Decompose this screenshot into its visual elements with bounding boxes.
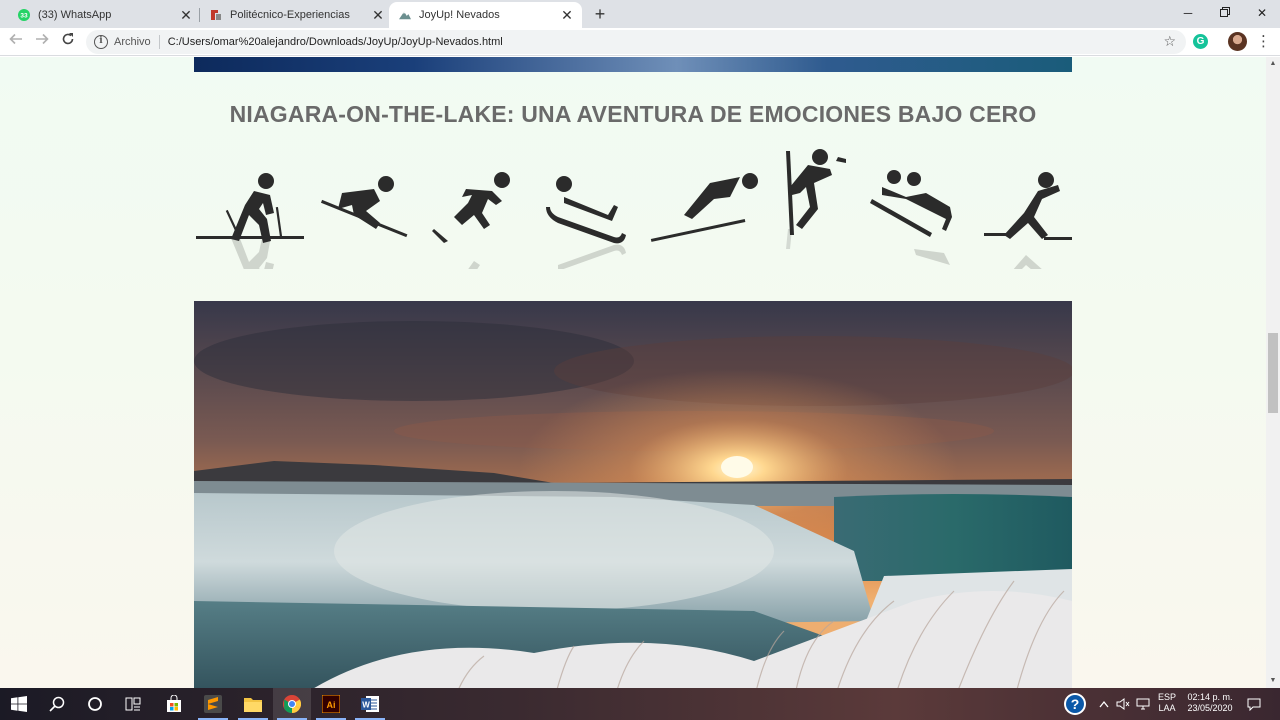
page-viewport: NIAGARA-ON-THE-LAKE: UNA AVENTURA DE EMO… — [0, 57, 1266, 688]
browser-toolbar: i Archivo C:/Users/omar%20alejandro/Down… — [0, 28, 1280, 56]
keyboard-layout: LAA — [1158, 703, 1176, 713]
menu-kebab-icon[interactable]: ⋮ — [1256, 32, 1271, 52]
winter-sports-icon-row — [194, 149, 1074, 269]
niagara-falls-image — [194, 301, 1072, 688]
bobsleigh-icon — [870, 170, 952, 265]
word-button[interactable]: W — [351, 688, 389, 720]
alpine-skiing-icon — [320, 176, 408, 238]
profile-avatar[interactable] — [1228, 32, 1247, 51]
politecnico-icon — [210, 9, 222, 21]
clock-date: 23/05/2020 — [1187, 703, 1233, 713]
tab-whatsapp[interactable]: 33 (33) WhatsApp ✕ — [8, 2, 201, 28]
page-scrollbar[interactable]: ▲ ▼ — [1266, 57, 1280, 688]
clock-time: 02:14 p. m. — [1187, 692, 1233, 702]
speed-skating-icon — [432, 172, 510, 269]
back-arrow-icon — [9, 33, 22, 45]
volume-button[interactable] — [1114, 688, 1132, 720]
niagara-falls-photo — [194, 301, 1072, 688]
svg-text:?: ? — [1071, 696, 1080, 712]
notifications-button[interactable] — [1242, 688, 1266, 720]
word-icon: W — [361, 696, 379, 712]
back-button[interactable] — [6, 32, 26, 52]
volume-muted-icon — [1116, 698, 1130, 710]
restore-icon — [1220, 7, 1230, 17]
forward-button[interactable] — [32, 32, 52, 52]
restore-button[interactable] — [1207, 0, 1243, 28]
search-button[interactable] — [38, 688, 76, 720]
tab-strip: 33 (33) WhatsApp ✕ Politécnico-Experienc… — [0, 0, 1280, 28]
scroll-up-arrow-icon[interactable]: ▲ — [1266, 57, 1280, 71]
chrome-button[interactable] — [273, 688, 311, 720]
help-question-icon: ? — [1064, 693, 1086, 715]
svg-text:Ai: Ai — [327, 700, 336, 710]
task-view-button[interactable] — [114, 688, 152, 720]
search-icon — [49, 696, 65, 712]
snowboard-icon — [786, 149, 846, 249]
action-center-icon — [1247, 698, 1261, 711]
address-bar[interactable]: i Archivo C:/Users/omar%20alejandro/Down… — [86, 30, 1186, 54]
whatsapp-badge: 33 — [20, 13, 28, 20]
reload-button[interactable] — [58, 32, 78, 52]
network-button[interactable] — [1134, 688, 1152, 720]
language-code: ESP — [1157, 692, 1176, 702]
tab-politecnico[interactable]: Politécnico-Experiencias ✕ — [200, 2, 393, 28]
whatsapp-icon: 33 — [18, 9, 30, 21]
reload-icon — [62, 33, 74, 45]
security-label: Archivo — [114, 36, 151, 48]
close-window-button[interactable]: ✕ — [1244, 0, 1280, 28]
luge-icon — [546, 176, 626, 269]
scroll-down-arrow-icon[interactable]: ▼ — [1266, 674, 1280, 688]
input-language-indicator[interactable]: ESP LAA — [1155, 692, 1179, 714]
sublime-text-icon — [204, 695, 222, 713]
tab-title: Politécnico-Experiencias — [230, 9, 350, 21]
task-view-icon — [125, 697, 141, 711]
cross-country-skiing-icon — [196, 173, 304, 269]
previous-banner-image — [194, 57, 1072, 72]
file-explorer-button[interactable] — [234, 688, 272, 720]
start-button[interactable] — [0, 688, 38, 720]
grammarly-extension-icon[interactable]: G — [1193, 34, 1208, 49]
minimize-button[interactable]: ─ — [1170, 0, 1206, 28]
bookmark-star-icon[interactable]: ☆ — [1163, 33, 1176, 50]
illustrator-icon: Ai — [322, 695, 340, 713]
tab-title: JoyUp! Nevados — [419, 9, 500, 21]
illustrator-button[interactable]: Ai — [312, 688, 350, 720]
windows-logo-icon — [11, 696, 27, 712]
store-bag-icon — [167, 695, 181, 712]
new-tab-button[interactable]: + — [590, 4, 610, 24]
close-tab-icon[interactable]: ✕ — [371, 8, 385, 22]
cortana-button[interactable] — [76, 688, 114, 720]
figure-skating-icon — [984, 172, 1072, 269]
url-text[interactable]: C:/Users/omar%20alejandro/Downloads/JoyU… — [168, 36, 503, 48]
windows-taskbar: Ai W ? ESP LAA 02:14 p. m. 23/05/2020 — [0, 688, 1280, 720]
forward-arrow-icon — [36, 33, 49, 45]
chrome-icon — [283, 695, 301, 713]
svg-text:W: W — [362, 701, 370, 710]
store-button[interactable] — [155, 688, 193, 720]
folder-icon — [244, 698, 262, 712]
help-button[interactable]: ? — [1058, 688, 1092, 720]
page-heading: NIAGARA-ON-THE-LAKE: UNA AVENTURA DE EMO… — [229, 101, 1037, 127]
close-tab-icon[interactable]: ✕ — [179, 8, 193, 22]
scroll-thumb[interactable] — [1268, 333, 1278, 413]
network-icon — [1136, 698, 1150, 710]
joyup-mountain-icon — [399, 9, 411, 21]
close-tab-icon[interactable]: ✕ — [560, 8, 574, 22]
clock[interactable]: 02:14 p. m. 23/05/2020 — [1182, 692, 1238, 714]
show-hidden-icons-button[interactable] — [1096, 688, 1112, 720]
ski-jumping-icon — [650, 173, 758, 242]
chevron-up-icon — [1099, 700, 1109, 708]
sublime-text-button[interactable] — [194, 688, 232, 720]
tab-title: (33) WhatsApp — [38, 9, 112, 21]
omnibox-divider — [158, 35, 160, 49]
tab-joyup[interactable]: JoyUp! Nevados ✕ — [389, 2, 582, 28]
info-icon[interactable]: i — [94, 35, 108, 49]
cortana-icon — [88, 697, 102, 711]
